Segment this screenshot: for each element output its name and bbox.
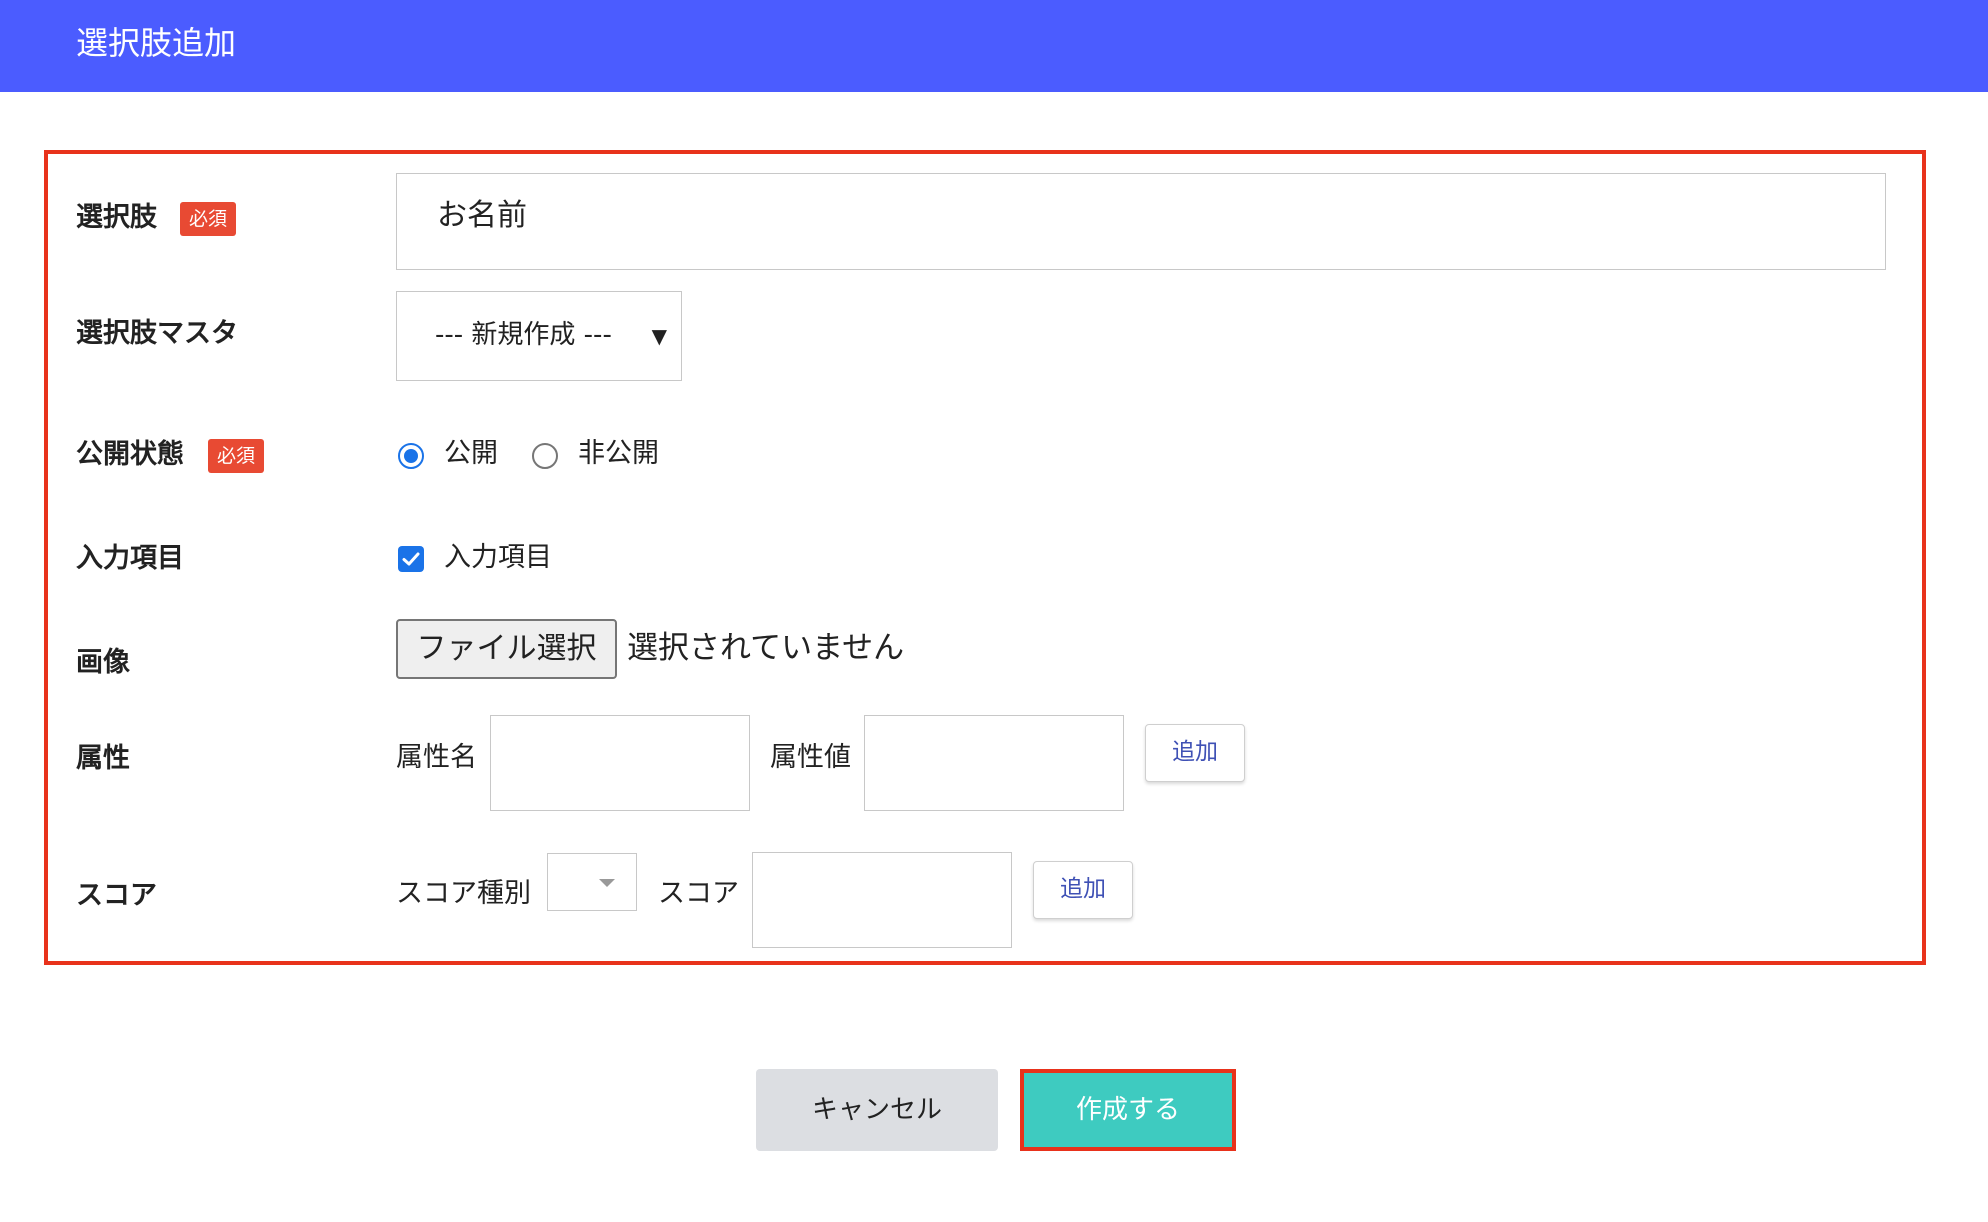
visibility-private-radio[interactable]	[532, 443, 558, 469]
checkmark-icon	[402, 552, 420, 566]
file-status-text: 選択されていません	[627, 630, 905, 666]
attribute-name-label: 属性名	[396, 742, 477, 773]
input-item-checkbox-label[interactable]: 入力項目	[444, 540, 552, 576]
score-input[interactable]	[752, 852, 1012, 948]
score-add-button[interactable]: 追加	[1033, 861, 1133, 919]
score-label: スコア	[76, 880, 157, 911]
choice-label: 選択肢	[76, 202, 157, 233]
choice-master-selected: --- 新規作成 ---	[435, 320, 612, 350]
attribute-add-button[interactable]: 追加	[1145, 724, 1245, 782]
score-value-label: スコア	[658, 878, 739, 909]
image-label: 画像	[76, 647, 130, 678]
visibility-public-radio[interactable]	[398, 443, 424, 469]
visibility-private-label[interactable]: 非公開	[578, 436, 659, 472]
attribute-label: 属性	[76, 743, 130, 774]
caret-down-icon	[599, 879, 615, 887]
choice-required-badge: 必須	[180, 202, 237, 236]
score-type-label: スコア種別	[396, 878, 531, 909]
visibility-label: 公開状態	[76, 439, 184, 470]
visibility-public-label[interactable]: 公開	[444, 436, 498, 472]
file-select-button[interactable]: ファイル選択	[396, 619, 617, 679]
create-button[interactable]: 作成する	[1020, 1069, 1236, 1151]
attribute-name-input[interactable]	[490, 715, 750, 811]
score-type-select[interactable]	[547, 853, 637, 911]
choice-master-select[interactable]: --- 新規作成 --- ▼	[396, 291, 682, 381]
page-header: 選択肢追加	[0, 0, 1988, 92]
input-item-label: 入力項目	[76, 543, 184, 574]
choice-input-value: お名前	[437, 198, 527, 233]
page-title: 選択肢追加	[76, 24, 237, 62]
choice-input[interactable]: お名前	[396, 173, 1886, 270]
chevron-down-icon: ▼	[651, 324, 667, 348]
form-highlight-frame	[44, 150, 1926, 965]
attribute-value-input[interactable]	[864, 715, 1124, 811]
attribute-value-label: 属性値	[770, 742, 851, 773]
visibility-required-badge: 必須	[208, 439, 265, 473]
cancel-button[interactable]: キャンセル	[756, 1069, 998, 1151]
choice-master-label: 選択肢マスタ	[76, 318, 238, 349]
input-item-checkbox[interactable]	[398, 546, 424, 572]
